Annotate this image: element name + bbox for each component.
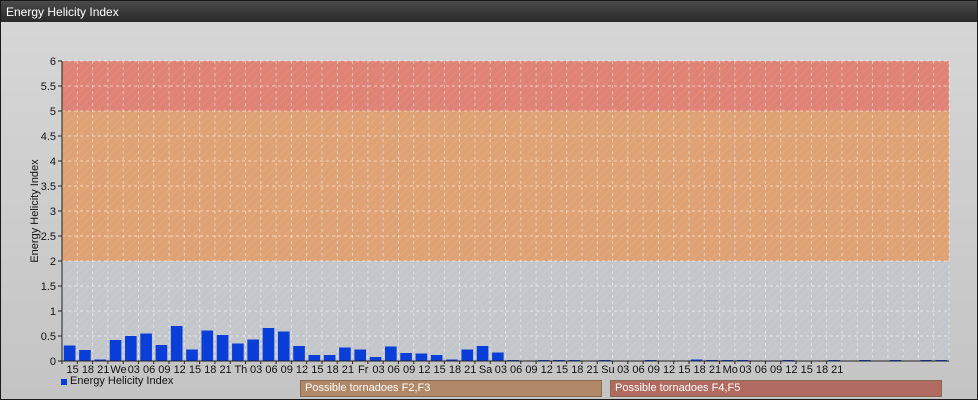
chart-legend: Energy Helicity Index: [61, 375, 173, 387]
x-tick-label-50: 21: [831, 364, 843, 376]
bar-24: [430, 355, 443, 361]
y-tick-label-3: 1.5: [41, 281, 56, 293]
x-tick-label-29: 06: [510, 364, 522, 376]
x-tick-label-45: 06: [755, 364, 767, 376]
y-tick-label-8: 4: [50, 156, 56, 168]
y-tick-label-4: 2: [50, 256, 56, 268]
x-tick-label-43: Mo: [723, 364, 738, 376]
x-tick-label-16: 15: [311, 364, 323, 376]
chart-widget: Energy Helicity Index 0 0.5 1 1.5 2 2.5 3 3.5 4 4…: [0, 0, 978, 400]
bar-4: [125, 336, 137, 361]
bar-14: [277, 331, 290, 361]
x-tick-label-10: 21: [219, 364, 231, 376]
y-tick-label-7: 3.5: [41, 181, 56, 193]
x-tick-label-47: 12: [785, 364, 797, 376]
bar-23: [415, 353, 428, 361]
bar-16: [308, 355, 321, 361]
y-axis-label: Energy Helicity Index: [29, 159, 41, 263]
bar-17: [323, 355, 336, 361]
x-tick-label-31: 12: [541, 364, 553, 376]
bar-28: [492, 352, 504, 361]
legend-label: Energy Helicity Index: [70, 375, 174, 387]
x-tick-label-11: Th: [234, 364, 247, 376]
bar-1: [79, 350, 91, 361]
y-tick-label-11: 5.5: [41, 81, 56, 93]
bar-20: [369, 357, 382, 361]
y-tick-label-5: 2.5: [41, 231, 56, 243]
x-tick-label-18: 21: [342, 364, 354, 376]
x-tick-label-15: 12: [296, 364, 308, 376]
bar-5: [140, 333, 152, 361]
bar-7: [170, 326, 183, 361]
x-tick-label-49: 18: [816, 364, 828, 376]
zone-label-f4-f5-text: Possible tornadoes F4,F5: [615, 382, 741, 394]
y-tick-label-6: 3: [50, 206, 56, 218]
y-tick-label-12: 6: [50, 56, 56, 68]
bar-10: [216, 335, 229, 361]
y-tick-label-2: 1: [50, 306, 56, 318]
x-tick-label-33: 18: [571, 364, 583, 376]
x-tick-label-13: 06: [265, 364, 277, 376]
x-tick-label-26: 21: [464, 364, 476, 376]
x-tick-label-22: 09: [403, 364, 415, 376]
x-tick-label-40: 15: [678, 364, 690, 376]
zone-label-f4-f5: Possible tornadoes F4,F5: [610, 380, 942, 397]
bar-21: [384, 346, 397, 361]
x-tick-label-17: 18: [327, 364, 339, 376]
x-tick-label-30: 09: [525, 364, 537, 376]
y-tick-label-1: 0.5: [41, 331, 56, 343]
y-tick-label-9: 4.5: [41, 131, 56, 143]
bar-15: [293, 346, 305, 361]
x-tick-label-8: 15: [189, 364, 201, 376]
x-tick-label-36: 03: [617, 364, 629, 376]
x-tick-label-9: 18: [204, 364, 216, 376]
x-tick-label-19: Fr: [358, 364, 369, 376]
x-tick-label-41: 18: [694, 364, 706, 376]
x-tick-label-25: 18: [449, 364, 461, 376]
bar-13: [262, 328, 275, 361]
x-tick-label-46: 09: [770, 364, 782, 376]
zone-label-f2-f3-text: Possible tornadoes F2,F3: [305, 382, 431, 394]
bar-19: [354, 349, 367, 361]
bar-0: [63, 345, 76, 361]
ehi-chart: 00.511.522.533.544.555.5615 18 21 We 03 06 09 1…: [29, 56, 950, 376]
chart-area: 0 0.5 1 1.5 2 2.5 3 3.5 4 4.5 5 5.5 6 15 18 21 We 03 06 09 1…: [1, 22, 977, 399]
x-tick-label-20: 03: [372, 364, 384, 376]
bar-3: [109, 340, 122, 361]
x-tick-label-48: 15: [801, 364, 813, 376]
x-tick-label-38: 09: [648, 364, 660, 376]
bar-12: [247, 339, 259, 361]
x-tick-label-37: 06: [632, 364, 644, 376]
x-tick-label-28: 03: [495, 364, 507, 376]
y-tick-label-0: 0: [50, 356, 56, 368]
y-tick-label-10: 5: [50, 106, 56, 118]
x-tick-label-12: 03: [250, 364, 262, 376]
x-tick-label-27: Sa: [479, 364, 493, 376]
bar-27: [476, 346, 489, 361]
x-tick-label-14: 09: [281, 364, 293, 376]
bar-8: [186, 349, 198, 361]
bar-11: [232, 343, 244, 361]
x-tick-label-44: 03: [739, 364, 751, 376]
legend-swatch: [61, 379, 67, 385]
x-tick-label-7: 12: [174, 364, 186, 376]
x-tick-label-34: 21: [586, 364, 598, 376]
bar-18: [339, 347, 351, 361]
zone-label-f2-f3: Possible tornadoes F2,F3: [300, 380, 602, 397]
bar-6: [155, 345, 168, 361]
x-tick-label-21: 06: [388, 364, 400, 376]
x-tick-label-39: 12: [663, 364, 675, 376]
x-tick-label-42: 21: [709, 364, 721, 376]
bar-9: [201, 330, 214, 361]
x-tick-label-23: 12: [418, 364, 430, 376]
x-tick-label-32: 15: [556, 364, 568, 376]
bar-26: [461, 349, 474, 361]
bar-22: [400, 353, 412, 361]
widget-title: Energy Helicity Index: [1, 1, 977, 22]
x-tick-label-24: 15: [434, 364, 446, 376]
x-tick-label-35: Su: [601, 364, 614, 376]
